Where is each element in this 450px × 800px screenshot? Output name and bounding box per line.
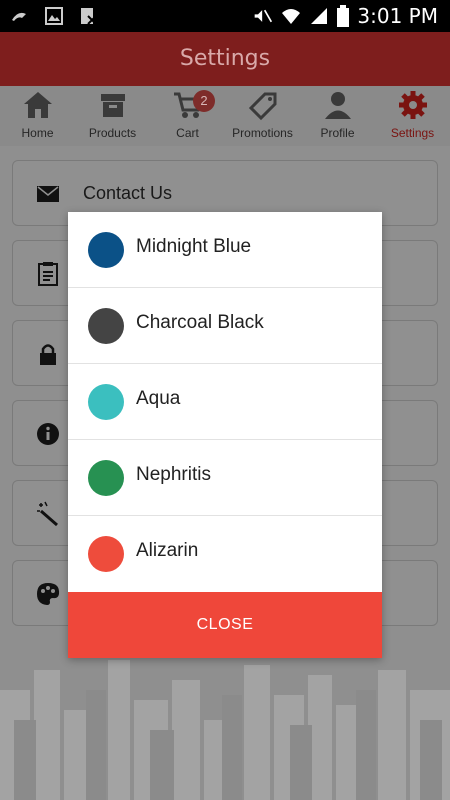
title-bar: Settings [0, 32, 450, 86]
color-swatch [88, 460, 124, 496]
tag-icon [248, 92, 276, 121]
theme-color-dialog: Midnight Blue Charcoal Black Aqua Nephri… [68, 212, 382, 658]
envelope-icon [37, 186, 59, 202]
file-error-icon [81, 8, 97, 25]
palette-icon [37, 583, 60, 605]
image-icon [45, 7, 63, 25]
home-icon [23, 92, 52, 118]
tab-home-label: Home [21, 126, 54, 140]
page-title: Settings [179, 46, 271, 71]
tab-profile[interactable]: Profile [300, 86, 375, 146]
notification-icon [12, 12, 26, 21]
tab-home[interactable]: Home [0, 86, 75, 146]
person-icon [324, 92, 351, 119]
battery-icon [337, 5, 350, 27]
tab-promotions[interactable]: Promotions [225, 86, 300, 146]
color-swatch [88, 232, 124, 268]
color-option-aqua[interactable]: Aqua [68, 364, 382, 440]
clock: 3:01 PM [357, 4, 438, 28]
tab-promotions-label: Promotions [232, 126, 293, 140]
tab-profile-label: Profile [320, 126, 355, 140]
settings-item-label: Contact Us [83, 183, 173, 203]
clipboard-icon [38, 262, 58, 286]
color-option-midnight-blue[interactable]: Midnight Blue [68, 212, 382, 288]
tab-settings[interactable]: Settings [375, 86, 450, 146]
tab-products-label: Products [88, 126, 137, 140]
color-option-label: Midnight Blue [136, 236, 252, 257]
color-option-label: Nephritis [136, 464, 211, 485]
tab-settings-label: Settings [390, 126, 435, 140]
color-swatch [88, 536, 124, 572]
color-swatch [88, 308, 124, 344]
status-bar: 3:01 PM [0, 0, 450, 32]
box-icon [100, 94, 125, 117]
color-option-alizarin[interactable]: Alizarin [68, 516, 382, 592]
mute-icon [255, 9, 273, 23]
color-swatch [88, 384, 124, 420]
cart-badge: 2 [193, 90, 215, 112]
wifi-icon [282, 9, 301, 24]
color-option-charcoal-black[interactable]: Charcoal Black [68, 288, 382, 364]
lock-icon [40, 344, 56, 365]
color-option-label: Charcoal Black [136, 312, 264, 333]
color-option-label: Alizarin [136, 540, 199, 561]
signal-icon [311, 8, 328, 24]
close-button[interactable]: CLOSE [68, 592, 382, 658]
city-skyline-illustration [0, 660, 450, 800]
gear-icon [398, 91, 427, 119]
tab-products[interactable]: Products [75, 86, 150, 146]
info-icon [37, 423, 59, 445]
magic-wand-icon [37, 501, 58, 527]
tab-cart-label: Cart [176, 126, 199, 140]
tab-bar: Home Products 2 Cart Promotions Profile … [0, 86, 450, 146]
color-option-nephritis[interactable]: Nephritis [68, 440, 382, 516]
color-option-label: Aqua [136, 388, 181, 409]
tab-cart[interactable]: 2 Cart [150, 86, 225, 146]
